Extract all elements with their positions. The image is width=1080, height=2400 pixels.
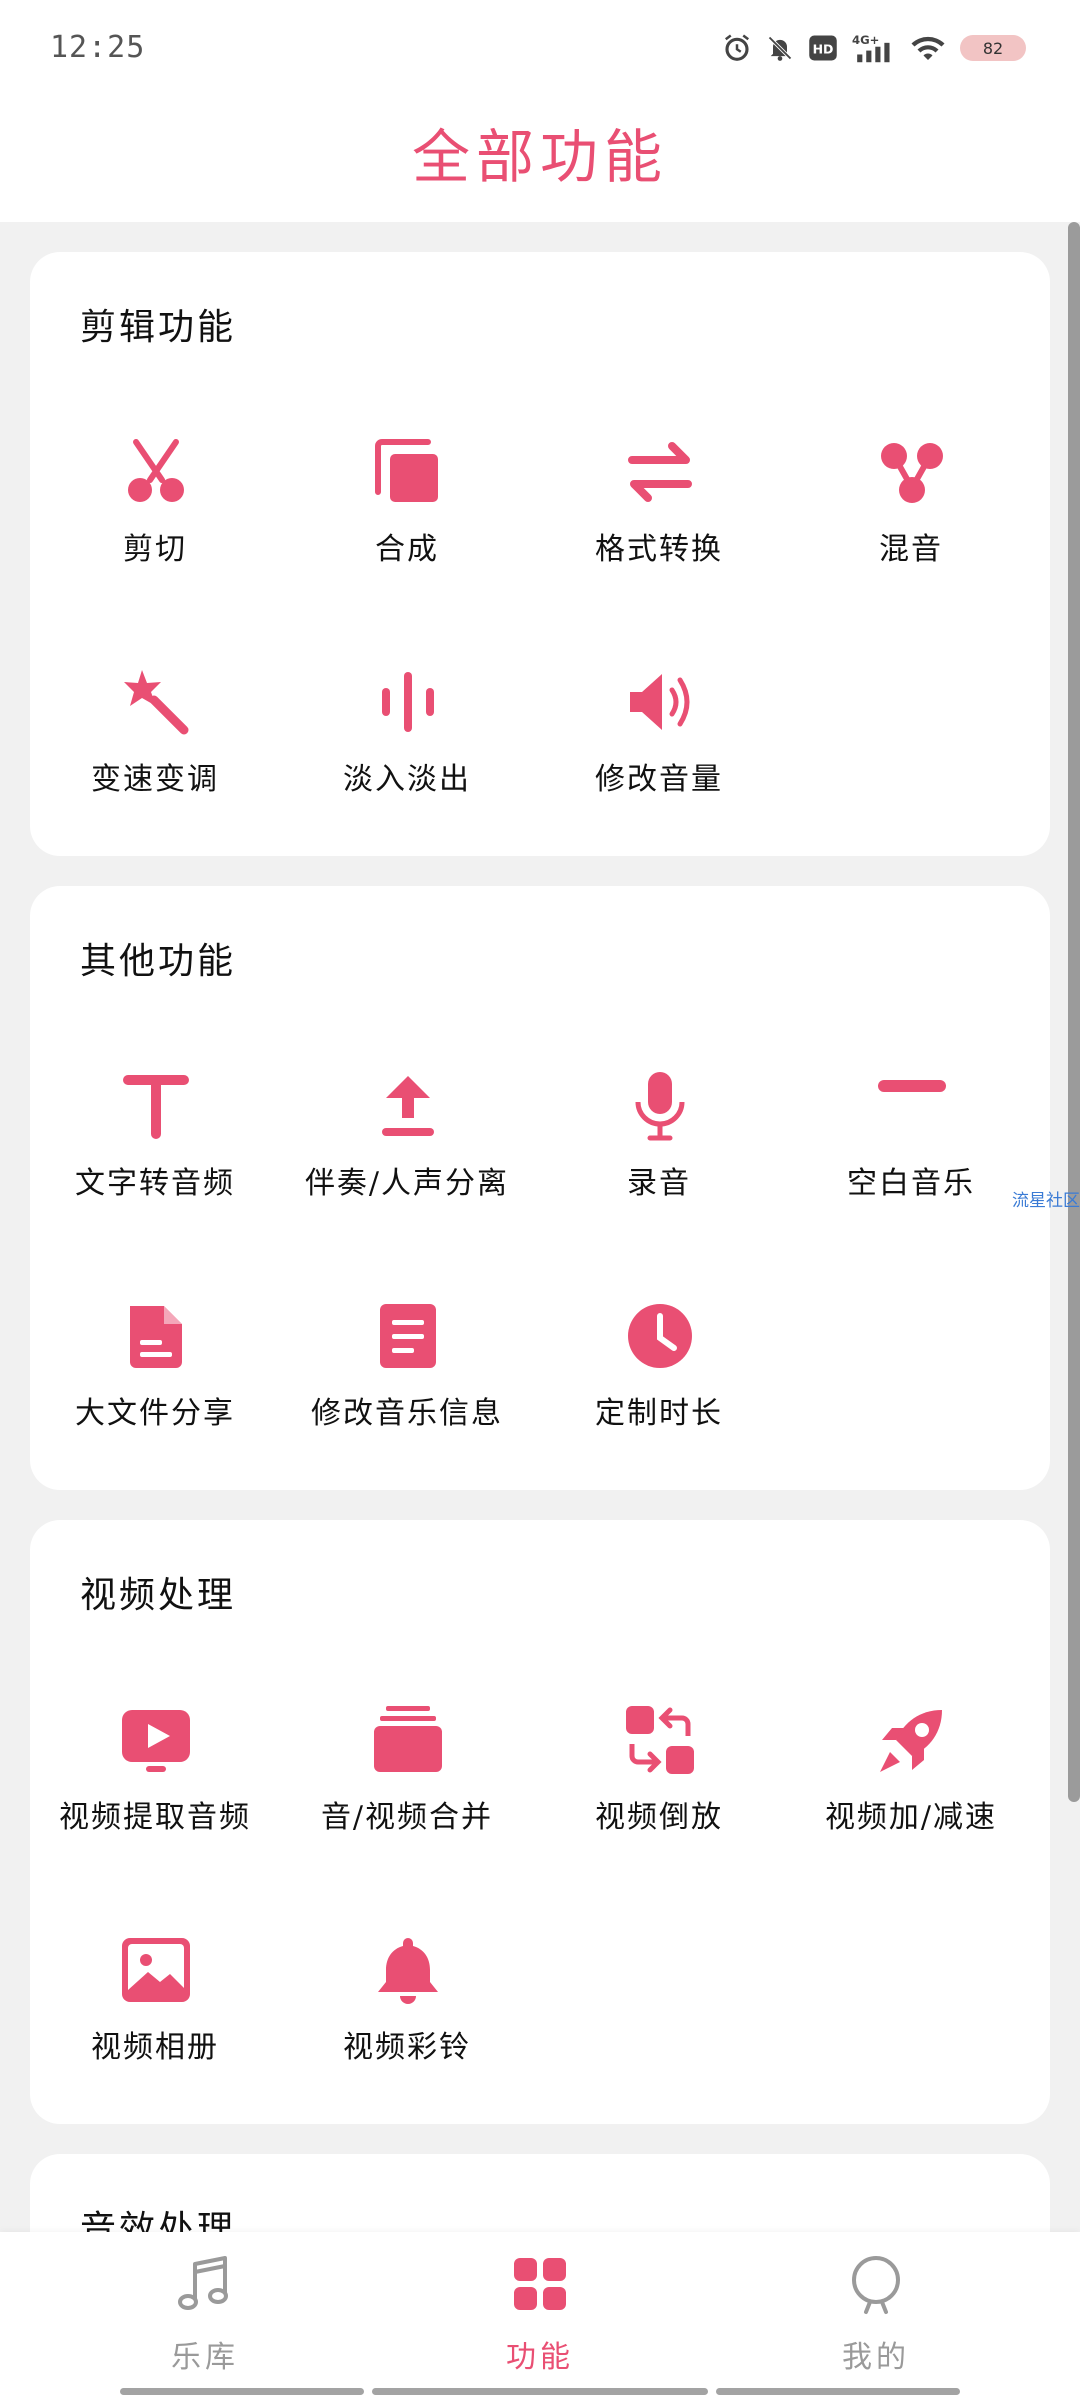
feature-edit-music-info[interactable]: 修改音乐信息 xyxy=(282,1256,532,1456)
battery-level: 82 xyxy=(982,38,1004,58)
feature-text-to-audio[interactable]: 文字转音频 xyxy=(30,1026,280,1226)
magic-wand-icon xyxy=(124,670,189,735)
feature-extract-audio[interactable]: 视频提取音频 xyxy=(30,1660,280,1860)
clock-icon xyxy=(628,1304,692,1368)
alarm-icon xyxy=(725,34,749,61)
feature-video-speed[interactable]: 视频加/减速 xyxy=(786,1660,1036,1860)
section-audio-effects: 音效处理 xyxy=(30,2154,1050,2232)
feature-label: 修改音乐信息 xyxy=(311,1396,503,1431)
feature-video-ringtone[interactable]: 视频彩铃 xyxy=(282,1890,532,2090)
bell-icon xyxy=(378,1938,438,2004)
layers-icon xyxy=(375,439,438,502)
feature-blank-music[interactable]: 空白音乐 xyxy=(786,1026,1036,1226)
feature-video-album[interactable]: 视频相册 xyxy=(30,1890,280,2090)
feature-label: 剪切 xyxy=(123,532,187,567)
microphone-icon xyxy=(635,1072,685,1141)
feature-label: 文字转音频 xyxy=(75,1166,235,1201)
feature-cut[interactable]: 剪切 xyxy=(30,392,280,592)
feature-video-reverse[interactable]: 视频倒放 xyxy=(534,1660,784,1860)
feature-label: 视频加/减速 xyxy=(824,1800,998,1835)
status-icons: HD 4G+ 82 xyxy=(722,32,1026,64)
nav-label: 我的 xyxy=(842,2340,910,2375)
svg-text:HD: HD xyxy=(813,42,834,57)
battery-indicator: 82 xyxy=(960,35,1026,61)
swap-blocks-icon xyxy=(626,1706,694,1774)
file-icon xyxy=(130,1306,182,1368)
sound-wave-icon xyxy=(382,672,434,732)
music-note-icon xyxy=(178,2256,228,2310)
page-title: 全部功能 xyxy=(411,123,668,191)
feature-vocal-separation[interactable]: 伴奏/人声分离 xyxy=(282,1026,532,1226)
feature-label: 视频相册 xyxy=(91,2030,219,2065)
feature-label: 大文件分享 xyxy=(75,1396,235,1431)
document-icon xyxy=(380,1304,436,1368)
nav-indicator-mine xyxy=(716,2388,960,2395)
feature-label: 修改音量 xyxy=(595,762,723,797)
stack-icon xyxy=(374,1706,442,1772)
svg-text:4G+: 4G+ xyxy=(852,33,879,47)
top-bar: 12:25 HD 4G+ 82 全部功能 xyxy=(0,0,1080,222)
feature-label: 伴奏/人声分离 xyxy=(304,1166,510,1201)
feature-volume[interactable]: 修改音量 xyxy=(534,622,784,822)
section-title: 视频处理 xyxy=(80,1575,237,1616)
feature-label: 空白音乐 xyxy=(847,1166,975,1201)
feature-label: 混音 xyxy=(879,532,943,567)
feature-label: 淡入淡出 xyxy=(343,762,471,797)
feature-format-convert[interactable]: 格式转换 xyxy=(534,392,784,592)
scrollbar[interactable] xyxy=(1068,222,1080,1802)
status-time: 12:25 xyxy=(50,30,146,65)
feature-label: 合成 xyxy=(375,532,439,567)
swap-arrows-icon xyxy=(628,442,692,502)
feature-label: 录音 xyxy=(627,1166,691,1201)
nav-tab-features[interactable]: 功能 xyxy=(440,2252,640,2376)
video-play-icon xyxy=(122,1710,190,1772)
feature-large-file-share[interactable]: 大文件分享 xyxy=(30,1256,280,1456)
feature-label: 定制时长 xyxy=(595,1396,723,1431)
hd-icon: HD xyxy=(809,35,837,61)
feature-label: 视频彩铃 xyxy=(343,2030,471,2065)
feature-label: 音/视频合并 xyxy=(320,1800,494,1835)
signal-4g-icon: 4G+ xyxy=(852,33,890,63)
nav-label: 乐库 xyxy=(171,2340,239,2375)
nav-indicator-library xyxy=(120,2388,364,2395)
rocket-icon xyxy=(880,1710,942,1772)
section-title: 剪辑功能 xyxy=(80,307,237,348)
nav-indicator-features xyxy=(372,2388,708,2395)
section-title: 音效处理 xyxy=(80,2209,237,2232)
feature-mix[interactable]: 混音 xyxy=(786,392,1036,592)
grid-icon xyxy=(514,2258,566,2310)
section-edit: 剪辑功能 剪切 合成 格式转换 混音 变速变调 淡入淡出 修改音量 xyxy=(30,252,1050,856)
feature-av-merge[interactable]: 音/视频合并 xyxy=(282,1660,532,1860)
bottom-nav: 乐库 功能 我的 xyxy=(0,2232,1080,2400)
feature-label: 变速变调 xyxy=(91,762,219,797)
feature-fade[interactable]: 淡入淡出 xyxy=(282,622,532,822)
nav-label: 功能 xyxy=(506,2340,574,2375)
mute-icon xyxy=(768,36,792,61)
mix-nodes-icon xyxy=(881,443,943,503)
image-icon xyxy=(122,1938,190,2002)
feature-custom-duration[interactable]: 定制时长 xyxy=(534,1256,784,1456)
feature-speed-pitch[interactable]: 变速变调 xyxy=(30,622,280,822)
section-video: 视频处理 视频提取音频 音/视频合并 视频倒放 视频加/减速 视频相册 视频彩铃 xyxy=(30,1520,1050,2124)
text-t-icon xyxy=(123,1075,189,1139)
feature-label: 视频倒放 xyxy=(595,1800,723,1835)
feature-merge[interactable]: 合成 xyxy=(282,392,532,592)
feature-list[interactable]: 剪辑功能 剪切 合成 格式转换 混音 变速变调 淡入淡出 修改音量 其他功能 文… xyxy=(0,222,1080,2232)
profile-icon xyxy=(852,2256,900,2314)
feature-label: 视频提取音频 xyxy=(59,1800,251,1835)
wifi-icon xyxy=(911,36,945,60)
section-other: 其他功能 文字转音频 伴奏/人声分离 录音 空白音乐 大文件分享 修改音乐信息 … xyxy=(30,886,1050,1490)
scissors-icon xyxy=(128,439,184,502)
status-bar: 12:25 HD 4G+ 82 xyxy=(0,0,1080,100)
nav-tab-mine[interactable]: 我的 xyxy=(776,2252,976,2376)
section-title: 其他功能 xyxy=(80,941,237,982)
nav-tab-library[interactable]: 乐库 xyxy=(105,2252,305,2376)
feature-label: 格式转换 xyxy=(595,532,723,567)
volume-icon xyxy=(630,674,690,730)
feature-record[interactable]: 录音 xyxy=(534,1026,784,1226)
minus-icon xyxy=(878,1080,946,1092)
watermark-text: 流星社区 xyxy=(1012,1191,1080,1211)
upload-icon xyxy=(382,1076,434,1136)
